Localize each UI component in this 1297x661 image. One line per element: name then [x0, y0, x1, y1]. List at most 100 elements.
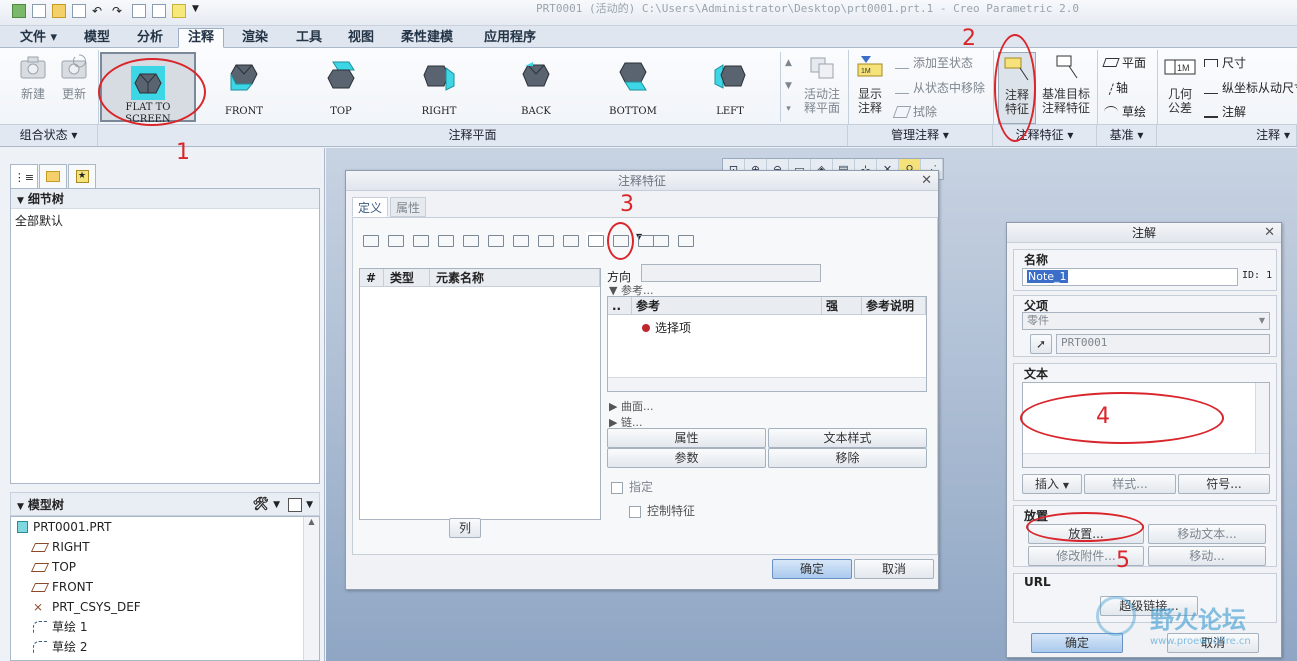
datum-target-icon[interactable] — [561, 232, 579, 248]
tab-analysis[interactable]: 分析 — [127, 28, 173, 48]
ok-button[interactable]: 确定 — [1031, 633, 1123, 653]
column-type[interactable]: 类型 — [384, 269, 430, 286]
settings-dropdown-icon[interactable]: ▼ — [273, 493, 280, 517]
plane-right[interactable]: RIGHT — [403, 52, 475, 122]
surfaces-toggle[interactable]: ▶ 曲面... — [609, 398, 653, 414]
paste-icon[interactable] — [676, 232, 694, 248]
dimension-icon[interactable] — [361, 232, 379, 248]
column-number[interactable]: # — [360, 269, 384, 286]
plane-front[interactable]: FRONT — [208, 52, 280, 122]
move-text-button[interactable]: 移动文本... — [1148, 524, 1266, 544]
plane-gallery-scroll[interactable]: ▲ ▼ ▾ — [780, 52, 796, 122]
tab-favorites[interactable]: ★ — [68, 164, 96, 188]
datum-axis-button[interactable]: 轴 — [1102, 79, 1128, 96]
parent-select[interactable]: 零件 ▼ — [1022, 312, 1270, 330]
tab-definition[interactable]: 定义 — [352, 197, 389, 217]
plane-top[interactable]: TOP — [305, 52, 377, 122]
tree-item-part[interactable]: PRT0001.PRT — [11, 517, 319, 537]
parameters-button[interactable]: 参数 — [607, 448, 766, 468]
tree-item-sketch-2[interactable]: 草绘 2 — [11, 637, 319, 657]
detail-tree-item[interactable]: 全部默认 — [11, 209, 319, 232]
direction-field[interactable] — [641, 264, 821, 282]
tab-model[interactable]: 模型 — [74, 28, 120, 48]
scroll-up-icon[interactable]: ▲ — [781, 52, 796, 75]
scroll-up-icon[interactable]: ▲ — [304, 517, 319, 526]
tab-render[interactable]: 渲染 — [232, 28, 278, 48]
ordinate-driven-icon[interactable] — [436, 232, 454, 248]
select-parent-button[interactable]: ➚ — [1030, 334, 1052, 354]
add-to-state-button[interactable]: 添加至状态 — [895, 54, 973, 71]
close-window-icon[interactable] — [172, 4, 186, 18]
tab-applications[interactable]: 应用程序 — [474, 28, 546, 48]
dropdown-icon[interactable]: ▼ — [636, 232, 654, 248]
close-icon[interactable]: ✕ — [921, 171, 932, 191]
regenerate-icon[interactable] — [132, 4, 146, 18]
scroll-down-icon[interactable]: ▼ — [781, 75, 796, 98]
dimension-button[interactable]: 尺寸 — [1204, 54, 1246, 71]
tab-flexible-modeling[interactable]: 柔性建模 — [391, 28, 463, 48]
close-icon[interactable]: ✕ — [1264, 223, 1275, 243]
plane-left[interactable]: LEFT — [694, 52, 766, 122]
new-file-icon[interactable] — [32, 4, 46, 18]
undo-icon[interactable]: ↶ — [92, 4, 106, 18]
ordinate-dimension-button[interactable]: 纵坐标从动尺寸 — [1204, 79, 1297, 96]
references-table[interactable]: .. 参考 强 参考说明 选择项 — [607, 296, 927, 392]
plane-bottom[interactable]: BOTTOM — [597, 52, 669, 122]
tab-tools[interactable]: 工具 — [286, 28, 332, 48]
tab-properties[interactable]: 属性 — [390, 197, 427, 217]
ordinate-dimension-icon[interactable] — [411, 232, 429, 248]
group-datum-label[interactable]: 基准 ▾ — [1097, 124, 1157, 146]
remove-from-state-button[interactable]: 从状态中移除 — [895, 79, 985, 96]
windows-icon[interactable] — [152, 4, 166, 18]
note-icon[interactable] — [586, 232, 604, 248]
update-state-button[interactable]: 更新 — [57, 52, 91, 101]
driven-dimension-icon[interactable] — [386, 232, 404, 248]
column-element-name[interactable]: 元素名称 — [430, 269, 600, 286]
datum-feature-icon[interactable] — [486, 232, 504, 248]
tab-model-tree[interactable]: ⋮≡ — [10, 164, 38, 189]
settings-tools-icon[interactable]: 🛠 — [253, 493, 270, 517]
columns-button[interactable]: 列 — [449, 518, 481, 538]
collapse-icon[interactable]: ▼ — [17, 502, 24, 512]
model-tree-header[interactable]: ▼ 模型树 🛠 ▼ ▼ — [10, 492, 320, 516]
new-state-button[interactable]: 新建 — [16, 52, 50, 101]
tab-annotate[interactable]: 注释 — [178, 28, 225, 48]
collapse-icon[interactable]: ▼ — [17, 191, 24, 211]
tree-item-front[interactable]: FRONT — [11, 577, 319, 597]
ok-button[interactable]: 确定 — [772, 559, 852, 579]
symbol-icon[interactable] — [536, 232, 554, 248]
datum-target-annotation-button[interactable]: 基准目标 注释特征 — [1040, 52, 1092, 115]
group-state-label[interactable]: 组合状态 ▾ — [0, 124, 98, 146]
tree-item-top[interactable]: TOP — [11, 557, 319, 577]
tab-folder-browser[interactable] — [39, 164, 67, 188]
show-annotation-button[interactable]: 1M 显示 注释 — [852, 52, 888, 115]
show-dropdown-icon[interactable]: ▼ — [306, 493, 313, 517]
text-style-button[interactable]: 文本样式 — [768, 428, 927, 448]
style-button[interactable]: 样式... — [1084, 474, 1176, 494]
redo-icon[interactable]: ↷ — [112, 4, 126, 18]
references-hscroll[interactable] — [608, 377, 926, 391]
datum-sketch-button[interactable]: 草绘 — [1104, 103, 1146, 120]
copy-icon[interactable] — [651, 232, 669, 248]
element-list[interactable]: # 类型 元素名称 — [359, 268, 601, 520]
cancel-button[interactable]: 取消 — [854, 559, 934, 579]
tab-file[interactable]: 文件 ▾ — [10, 28, 67, 48]
insert-button[interactable]: 插入 ▼ — [1022, 474, 1082, 494]
properties-button[interactable]: 属性 — [607, 428, 766, 448]
symbol-button[interactable]: 符号... — [1178, 474, 1270, 494]
specify-checkbox[interactable]: 指定 — [611, 478, 653, 495]
open-folder-icon[interactable] — [52, 4, 66, 18]
tree-item-right[interactable]: RIGHT — [11, 537, 319, 557]
gallery-expand-icon[interactable]: ▾ — [781, 98, 796, 121]
geometric-tolerance-button[interactable]: 1M 几何 公差 — [1160, 52, 1200, 115]
tree-item-csys[interactable]: ⨯ PRT_CSYS_DEF — [11, 597, 319, 617]
surface-finish-icon[interactable] — [511, 232, 529, 248]
remove-button[interactable]: 移除 — [768, 448, 927, 468]
datum-plane-button[interactable]: 平面 — [1102, 54, 1146, 71]
text-hscroll[interactable] — [1023, 453, 1269, 467]
tab-view[interactable]: 视图 — [338, 28, 384, 48]
customize-dropdown-icon[interactable]: ▼ — [192, 4, 206, 18]
plane-back[interactable]: BACK — [500, 52, 572, 122]
name-input[interactable]: Note_1 — [1022, 268, 1238, 286]
show-list-icon[interactable] — [288, 498, 303, 512]
